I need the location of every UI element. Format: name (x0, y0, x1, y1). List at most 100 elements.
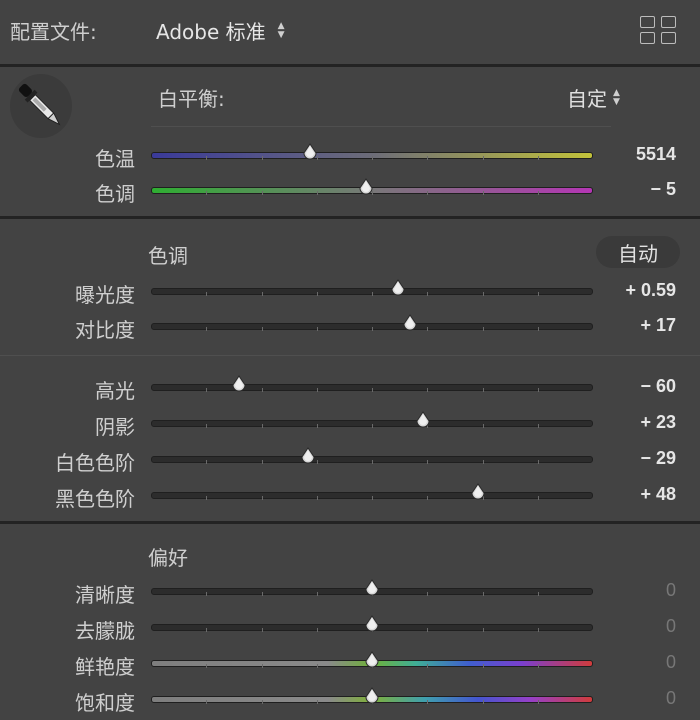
slider-row-saturation: 饱和度 0 (0, 685, 700, 715)
slider-tick (482, 292, 484, 296)
slider-tick (427, 156, 429, 160)
slider-thumb[interactable] (401, 314, 419, 334)
slider-tick (427, 460, 429, 464)
slider-tick (261, 327, 263, 331)
white-balance-label: 白平衡: (158, 87, 225, 111)
updown-chevron-icon: ▲ ▼ (277, 20, 285, 40)
slider-thumb[interactable] (363, 615, 381, 635)
slider-thumb[interactable] (389, 279, 407, 299)
slider-tick (537, 628, 539, 632)
slider-tick (316, 191, 318, 195)
slider-tick (372, 460, 373, 464)
slider-tick (427, 191, 429, 195)
slider-tick (537, 460, 539, 464)
slider-value[interactable]: 5514 (636, 144, 676, 165)
slider-tick (482, 191, 484, 195)
slider-label: 色温 (95, 147, 135, 171)
slider-tick (261, 292, 263, 296)
eyedropper-icon[interactable] (10, 74, 72, 138)
slider-label: 清晰度 (75, 583, 135, 607)
slider-label: 曝光度 (75, 283, 135, 307)
slider-tick (206, 388, 208, 392)
slider-thumb[interactable] (230, 375, 248, 395)
white-balance-mode: 自定 (567, 87, 607, 111)
slider-tick (316, 592, 318, 596)
slider-tick (206, 592, 208, 596)
slider-tick (372, 156, 373, 160)
slider-tick (261, 592, 263, 596)
slider-tick (537, 424, 539, 428)
slider-tick (316, 496, 318, 500)
slider-tick (261, 628, 263, 632)
slider-thumb[interactable] (363, 579, 381, 599)
slider-row-shadows: 阴影 + 23 (0, 409, 700, 439)
slider-thumb[interactable] (299, 447, 317, 467)
slider-tick (482, 592, 484, 596)
slider-tick (206, 424, 208, 428)
slider-value[interactable]: + 0.59 (625, 280, 676, 301)
slider-thumb[interactable] (357, 178, 375, 198)
slider-tick (261, 191, 263, 195)
slider-tick (537, 156, 539, 160)
profile-value: Adobe 标准 (156, 20, 266, 44)
slider-value[interactable]: + 17 (640, 315, 676, 336)
slider-thumb[interactable] (469, 483, 487, 503)
slider-thumb[interactable] (363, 687, 381, 707)
slider-tick (427, 628, 429, 632)
slider-label: 色调 (95, 182, 135, 206)
slider-value[interactable]: + 48 (640, 484, 676, 505)
slider-label: 白色色阶 (55, 451, 135, 475)
grid-view-icon[interactable] (640, 16, 678, 46)
slider-row-vibrance: 鲜艳度 0 (0, 649, 700, 679)
slider-tick (537, 592, 539, 596)
slider-tick (427, 327, 429, 331)
divider (0, 64, 700, 67)
slider-tick (372, 327, 373, 331)
slider-tick (206, 460, 208, 464)
slider-tick (537, 327, 539, 331)
slider-tick (427, 388, 429, 392)
slider-value[interactable]: 0 (666, 688, 676, 709)
slider-tick (427, 664, 429, 668)
slider-label: 黑色色阶 (55, 487, 135, 511)
slider-row-dehaze: 去朦胧 0 (0, 613, 700, 643)
profile-select[interactable]: Adobe 标准 ▲ ▼ (156, 16, 285, 45)
slider-tick (316, 664, 318, 668)
slider-value[interactable]: − 60 (640, 376, 676, 397)
slider-tick (537, 496, 539, 500)
slider-tick (427, 496, 429, 500)
slider-tick (372, 292, 373, 296)
slider-tick (372, 388, 373, 392)
slider-tick (206, 156, 208, 160)
slider-tick (537, 664, 539, 668)
divider (0, 521, 700, 524)
slider-tick (537, 292, 539, 296)
slider-tick (316, 700, 318, 704)
slider-label: 去朦胧 (75, 619, 135, 643)
divider (0, 216, 700, 219)
slider-thumb[interactable] (301, 143, 319, 163)
slider-row-clarity: 清晰度 0 (0, 577, 700, 607)
updown-chevron-icon: ▲ ▼ (613, 87, 620, 107)
slider-value[interactable]: 0 (666, 616, 676, 637)
slider-value[interactable]: + 23 (640, 412, 676, 433)
slider-tick (316, 388, 318, 392)
slider-tick (261, 388, 263, 392)
slider-value[interactable]: 0 (666, 652, 676, 673)
divider (0, 355, 700, 356)
slider-tick (316, 327, 318, 331)
slider-row-contrast: 对比度 + 17 (0, 312, 700, 342)
auto-button[interactable]: 自动 (596, 236, 680, 268)
slider-tick (261, 460, 263, 464)
slider-thumb[interactable] (414, 411, 432, 431)
slider-value[interactable]: − 5 (650, 179, 676, 200)
slider-thumb[interactable] (363, 651, 381, 671)
white-balance-select[interactable]: 自定 ▲ ▼ (567, 83, 620, 112)
slider-value[interactable]: − 29 (640, 448, 676, 469)
slider-value[interactable]: 0 (666, 580, 676, 601)
slider-tick (316, 628, 318, 632)
slider-tick (427, 292, 429, 296)
slider-tick (206, 327, 208, 331)
slider-tick (427, 700, 429, 704)
divider (151, 126, 611, 127)
